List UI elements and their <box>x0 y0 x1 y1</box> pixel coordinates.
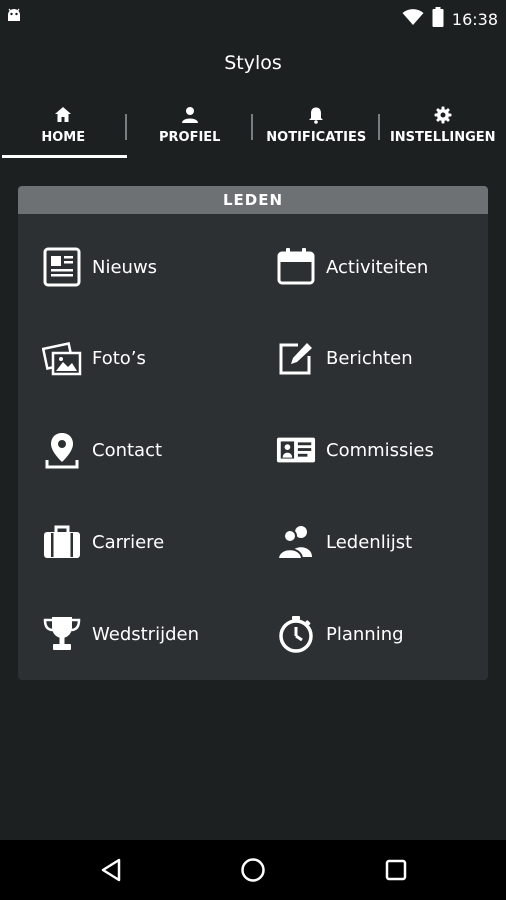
wifi-icon <box>402 8 424 30</box>
home-circle-icon[interactable] <box>238 855 268 885</box>
menu-item-label: Berichten <box>326 347 413 369</box>
tab-instellingen-label: INSTELLINGEN <box>389 130 496 145</box>
menu-item-label: Carriere <box>92 531 165 553</box>
android-icon <box>6 8 22 24</box>
location-pin-icon <box>42 430 82 470</box>
menu-item-label: Nieuws <box>92 256 158 278</box>
newspaper-icon <box>42 247 82 287</box>
menu-item-label: Wedstrijden <box>92 623 199 645</box>
status-time: 16:38 <box>451 9 498 29</box>
id-card-icon <box>276 430 316 470</box>
tab-profiel-label: PROFIEL <box>159 130 221 145</box>
menu-item-berichten[interactable]: Berichten <box>276 333 413 383</box>
menu-item-ledenlijst[interactable]: Ledenlijst <box>276 517 412 567</box>
photos-icon <box>42 338 82 378</box>
battery-icon <box>432 7 444 31</box>
trophy-icon <box>42 614 82 654</box>
back-icon[interactable] <box>96 855 126 885</box>
tab-bar: HOME PROFIEL NOTIFICATIES INSTELLINGEN <box>0 100 506 158</box>
menu-item-label: Contact <box>92 439 163 461</box>
gear-icon <box>434 106 452 124</box>
menu-item-label: Ledenlijst <box>326 531 413 553</box>
status-bar: 16:38 <box>0 0 506 38</box>
compose-icon <box>276 338 316 378</box>
tab-profiel[interactable]: PROFIEL <box>127 100 253 158</box>
menu-item-carriere[interactable]: Carriere <box>42 517 164 567</box>
menu-item-label: Commissies <box>326 439 434 461</box>
recents-icon[interactable] <box>381 855 411 885</box>
menu-item-label: Foto’s <box>92 347 146 369</box>
menu-item-commissies[interactable]: Commissies <box>276 425 434 475</box>
calendar-icon <box>276 247 316 287</box>
section-title: LEDEN <box>18 186 488 214</box>
menu-item-nieuws[interactable]: Nieuws <box>42 242 157 292</box>
tab-home[interactable]: HOME <box>0 100 127 158</box>
menu-item-activiteiten[interactable]: Activiteiten <box>276 242 428 292</box>
system-navigation-bar <box>0 840 506 900</box>
menu-item-label: Activiteiten <box>326 256 429 278</box>
person-icon <box>181 106 199 124</box>
menu-item-wedstrijden[interactable]: Wedstrijden <box>42 609 199 659</box>
app-title: Stylos <box>224 52 282 74</box>
leden-card: LEDEN Nieuws Activiteiten Foto’s Bericht… <box>18 186 488 680</box>
people-icon <box>276 522 316 562</box>
menu-item-label: Planning <box>326 623 404 645</box>
stopwatch-icon <box>276 614 316 654</box>
briefcase-icon <box>42 522 82 562</box>
tab-notificaties-label: NOTIFICATIES <box>266 130 367 145</box>
home-icon <box>54 106 72 124</box>
tab-notificaties[interactable]: NOTIFICATIES <box>253 100 380 158</box>
tab-instellingen[interactable]: INSTELLINGEN <box>380 100 506 158</box>
bell-icon <box>307 106 325 124</box>
menu-item-planning[interactable]: Planning <box>276 609 404 659</box>
tab-home-label: HOME <box>41 130 86 145</box>
menu-item-contact[interactable]: Contact <box>42 425 162 475</box>
status-right: 16:38 <box>402 7 498 31</box>
menu-item-fotos[interactable]: Foto’s <box>42 333 146 383</box>
